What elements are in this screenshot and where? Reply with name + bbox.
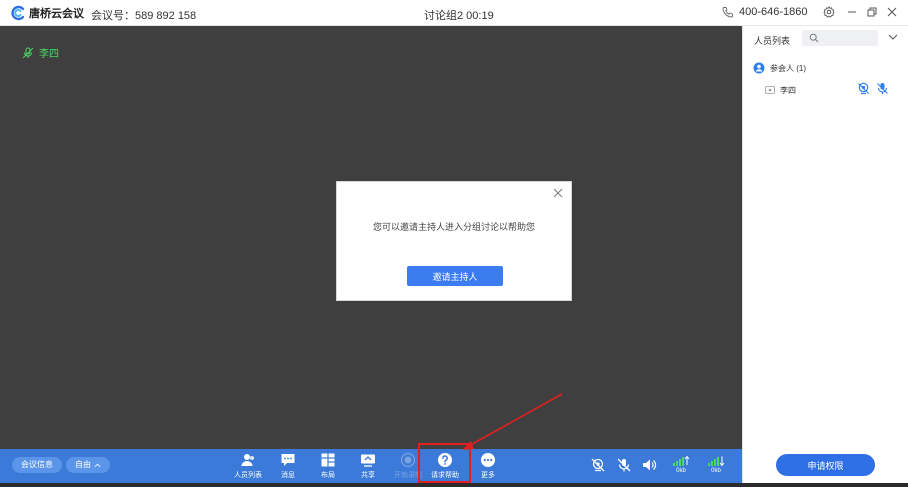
people-list-label: 人员列表: [234, 472, 262, 479]
panel-title: 人员列表: [754, 36, 791, 46]
invite-host-dialog: 您可以邀请主持人进入分组讨论以帮助您 邀请主持人: [336, 181, 572, 301]
share-screen-icon: [361, 454, 375, 467]
download-rate: 0kb: [711, 468, 721, 474]
member-video-icon: [765, 86, 775, 94]
people-list-panel: 人员列表 参会人 (1) 李四 申请权限: [742, 26, 908, 483]
dialog-message: 您可以邀请主持人进入分组讨论以帮助您: [372, 222, 535, 232]
member-row[interactable]: 李四: [765, 82, 895, 98]
layout-icon: [321, 453, 335, 467]
minimize-button[interactable]: [844, 4, 860, 20]
app-logo: 唐桥云会议: [10, 5, 84, 21]
settings-button[interactable]: [821, 4, 837, 20]
layout-label: 布局: [321, 472, 335, 479]
participant-group-icon: [753, 62, 765, 74]
more-icon: [481, 453, 495, 467]
participants-group[interactable]: 参会人 (1): [753, 62, 806, 74]
upload-signal-icon: [673, 455, 690, 466]
member-controls: [857, 82, 889, 95]
free-mode-label: 自由: [75, 460, 91, 469]
restore-icon: [867, 7, 877, 17]
camera-off-icon[interactable]: [590, 457, 606, 473]
member-mic-icon[interactable]: [876, 82, 889, 95]
more-label: 更多: [481, 472, 495, 479]
upload-rate: 0kb: [676, 468, 686, 474]
upload-signal: 0kb: [671, 455, 691, 477]
phone-number: 400-646-1860: [739, 6, 808, 18]
gear-icon: [823, 6, 835, 18]
tangqiao-logo-icon: [11, 5, 25, 21]
meeting-id: 会议号：589 892 158: [91, 10, 197, 22]
layout-button[interactable]: 布局: [310, 452, 346, 482]
share-label: 共享: [361, 472, 375, 479]
record-icon: [400, 452, 416, 468]
close-window-button[interactable]: [884, 4, 900, 20]
window-title: 讨论组2 00:19: [424, 10, 494, 22]
search-icon: [809, 33, 819, 43]
panel-search: [802, 30, 878, 46]
chevron-down-icon[interactable]: [887, 32, 899, 42]
support-phone: 400-646-1860: [722, 6, 808, 18]
group-label: 参会人 (1): [770, 63, 806, 73]
download-signal-icon: [708, 456, 725, 467]
speaker-volume-icon[interactable]: [641, 457, 657, 473]
free-mode-button[interactable]: 自由: [66, 457, 110, 473]
app-name: 唐桥云会议: [29, 8, 84, 20]
speaker-label: 李四: [22, 45, 59, 60]
close-icon: [887, 7, 897, 17]
invite-host-button[interactable]: 邀请主持人: [407, 266, 503, 286]
help-highlight-box: [418, 443, 471, 483]
people-icon: [241, 454, 254, 466]
speaking-mic-icon: [22, 47, 34, 58]
member-camera-icon[interactable]: [857, 82, 870, 95]
bottom-strip: [0, 483, 908, 487]
more-button[interactable]: 更多: [470, 452, 506, 482]
chat-label: 消息: [281, 472, 295, 479]
meeting-info-label: 会议信息: [21, 460, 53, 469]
phone-icon: [722, 7, 733, 18]
bottom-toolbar: 会议信息 自由 人员列表 消息 布局 共享 开始录制 请求帮助 更多 0kb 0…: [0, 449, 742, 483]
search-input[interactable]: [822, 31, 874, 45]
chat-icon: [281, 454, 295, 466]
member-name: 李四: [780, 85, 796, 95]
restore-button[interactable]: [864, 4, 880, 20]
apply-permission-button[interactable]: 申请权限: [776, 454, 875, 476]
download-signal: 0kb: [706, 455, 726, 477]
chat-button[interactable]: 消息: [270, 452, 306, 482]
speaker-name: 李四: [39, 49, 59, 60]
meeting-info-button[interactable]: 会议信息: [12, 457, 62, 473]
chevron-up-icon: [94, 463, 101, 467]
mic-muted-icon[interactable]: [616, 457, 632, 473]
title-bar: 唐桥云会议 会议号：589 892 158 讨论组2 00:19 400-646…: [0, 0, 908, 26]
dialog-close-icon[interactable]: [551, 186, 565, 200]
people-list-button[interactable]: 人员列表: [230, 452, 266, 482]
minimize-icon: [848, 11, 856, 13]
share-button[interactable]: 共享: [350, 452, 386, 482]
